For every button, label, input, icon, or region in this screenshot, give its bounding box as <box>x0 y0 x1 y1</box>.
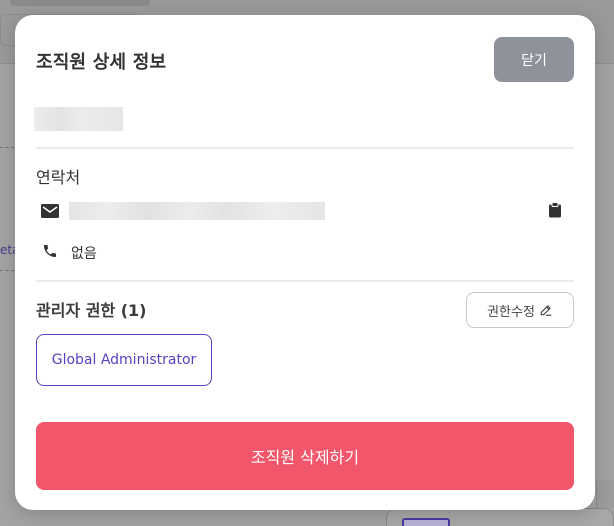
delete-member-button[interactable]: 조직원 삭제하기 <box>36 422 574 490</box>
divider <box>36 147 574 149</box>
pencil-icon <box>540 305 552 316</box>
phone-icon <box>44 245 56 257</box>
background-role-chip <box>402 518 450 526</box>
member-name-redacted <box>34 107 123 131</box>
phone-value: 없음 <box>71 246 97 262</box>
edit-roles-button[interactable]: 권한수정 <box>466 292 574 328</box>
modal-title: 조직원 상세 정보 <box>36 52 167 73</box>
email-value-redacted <box>69 202 325 220</box>
background-divider <box>0 270 14 271</box>
edit-roles-label: 권한수정 <box>487 304 535 320</box>
background-divider <box>0 147 14 148</box>
background-title <box>10 0 150 6</box>
member-detail-modal: 조직원 상세 정보 닫기 연락처 없음 관리자 권한 (1) 권한수정 Glob… <box>15 15 595 510</box>
contact-section-label: 연락처 <box>36 168 81 187</box>
admin-roles-section-label: 관리자 권한 (1) <box>36 301 147 320</box>
divider <box>36 280 574 282</box>
close-button[interactable]: 닫기 <box>494 37 574 82</box>
clipboard-icon[interactable] <box>548 202 562 218</box>
role-chip-global-administrator: Global Administrator <box>36 334 212 386</box>
background-panel-edge <box>596 480 614 508</box>
mail-icon <box>41 204 59 218</box>
